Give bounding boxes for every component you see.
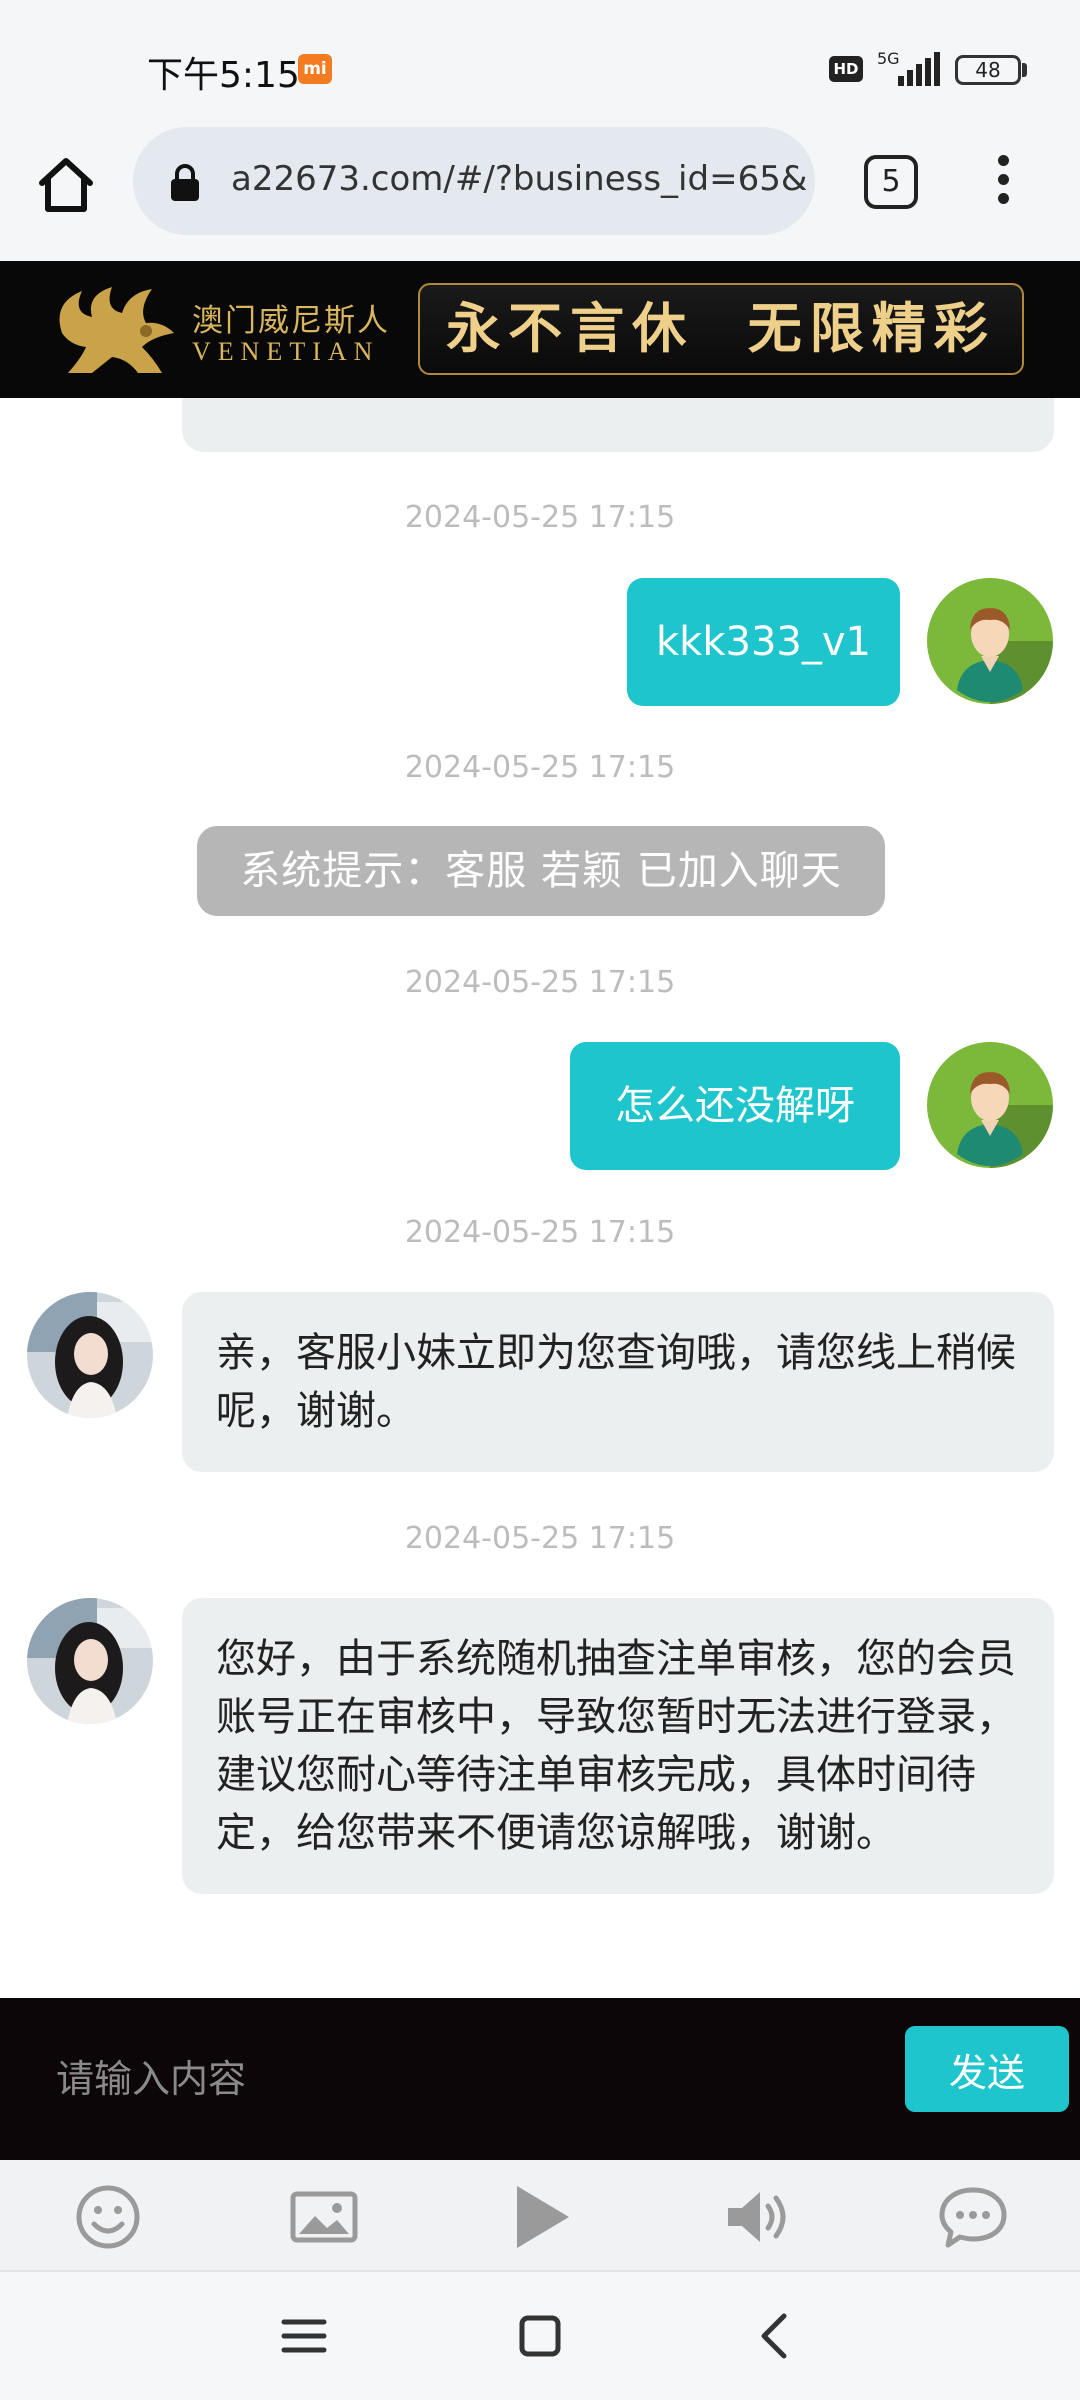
emoji-icon[interactable] [73, 2182, 143, 2252]
user-avatar [927, 578, 1053, 704]
image-icon[interactable] [289, 2182, 359, 2252]
battery-tip [1022, 63, 1027, 77]
tab-switcher-button[interactable]: 5 [864, 155, 918, 209]
battery-level: 48 [975, 58, 1001, 82]
chat-area[interactable]: 2024-05-25 17:15 kkk333_v1 2024-05-25 17… [0, 398, 1080, 1998]
message-timestamp: 2024-05-25 17:15 [404, 750, 676, 785]
ad-banner[interactable]: 澳门威尼斯人 VENETIAN 永不言休 无限精彩 [0, 261, 1080, 398]
chat-toolbar [0, 2160, 1080, 2272]
chat-bubble-icon[interactable] [938, 2182, 1008, 2252]
signal-icon [898, 52, 940, 86]
speaker-icon[interactable] [722, 2182, 792, 2252]
back-icon[interactable] [748, 2308, 804, 2364]
message-timestamp: 2024-05-25 17:15 [404, 500, 676, 535]
slogan-text: 永不言休 无限精彩 [446, 297, 996, 360]
agent-avatar [27, 1292, 153, 1418]
agent-avatar [27, 1598, 153, 1724]
message-timestamp: 2024-05-25 17:15 [404, 1521, 676, 1556]
incoming-message-bubble: 亲，客服小妹立即为您查询哦，请您线上稍候呢，谢谢。 [182, 1292, 1054, 1472]
hd-voice-icon: HD [829, 56, 863, 82]
address-bar[interactable]: a22673.com/#/?business_id=65&ac [133, 127, 815, 235]
user-avatar [927, 1042, 1053, 1168]
outgoing-message-bubble: kkk333_v1 [627, 578, 900, 706]
previous-message-bubble [182, 398, 1054, 452]
outgoing-message-bubble: 怎么还没解呀 [570, 1042, 900, 1170]
message-input[interactable] [0, 1998, 880, 2160]
browser-toolbar: a22673.com/#/?business_id=65&ac 5 [0, 125, 1080, 261]
home-icon[interactable] [34, 153, 98, 217]
tab-count: 5 [881, 164, 901, 199]
url-text: a22673.com/#/?business_id=65&ac [231, 159, 806, 199]
status-time: 下午5:15 [147, 55, 300, 96]
message-timestamp: 2024-05-25 17:15 [404, 1215, 676, 1250]
message-timestamp: 2024-05-25 17:15 [404, 965, 676, 1000]
recent-apps-icon[interactable] [276, 2308, 332, 2364]
send-button[interactable]: 发送 [905, 2026, 1069, 2112]
message-composer: 发送 [0, 1998, 1080, 2160]
lock-icon [171, 164, 199, 201]
slogan-frame: 永不言休 无限精彩 [418, 283, 1024, 375]
status-bar: 下午5:15 mi HD 5G 48 [0, 0, 1080, 125]
winged-lion-logo [59, 287, 174, 373]
incoming-message-bubble: 您好，由于系统随机抽查注单审核，您的会员账号正在审核中，导致您暂时无法进行登录，… [182, 1598, 1054, 1894]
brand-name-cn: 澳门威尼斯人 [192, 303, 390, 339]
more-menu-icon[interactable] [985, 155, 1021, 211]
home-nav-icon[interactable] [512, 2308, 568, 2364]
system-notice: 系统提示：客服 若颖 已加入聊天 [197, 826, 885, 916]
brand-name-en: VENETIAN [192, 337, 380, 366]
play-icon[interactable] [505, 2182, 575, 2252]
battery-icon: 48 [955, 55, 1021, 85]
mi-notification-icon: mi [298, 54, 332, 84]
system-nav-bar [0, 2272, 1080, 2400]
